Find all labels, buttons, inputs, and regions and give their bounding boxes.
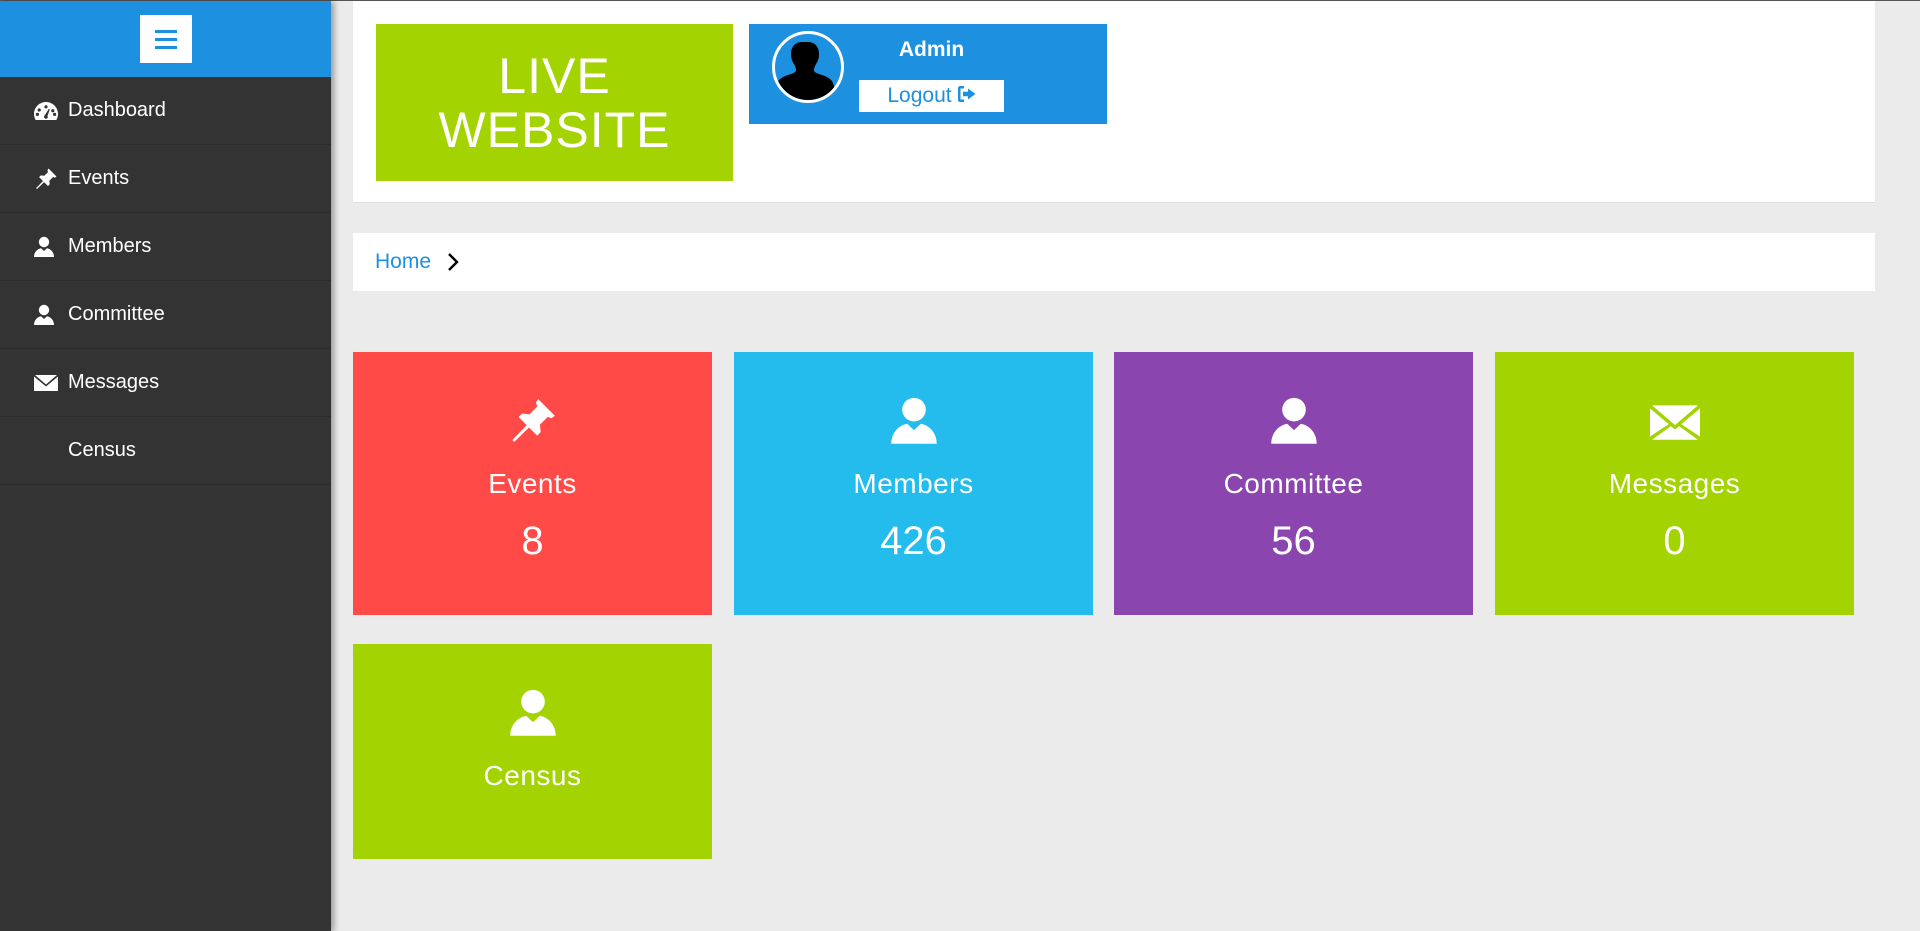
- tile-label: Census: [483, 760, 582, 791]
- members-tile[interactable]: Members 426: [734, 352, 1093, 615]
- messages-tile[interactable]: Messages 0: [1495, 352, 1854, 615]
- sidebar-header: [0, 1, 331, 77]
- sidebar-item-census[interactable]: Census: [0, 417, 331, 485]
- user-icon: [34, 304, 68, 326]
- user-icon: [353, 688, 712, 738]
- tile-label: Members: [853, 468, 974, 499]
- committee-tile[interactable]: Committee 56: [1114, 352, 1473, 615]
- sidebar-item-events[interactable]: Events: [0, 145, 331, 213]
- sidebar-item-label: Members: [68, 235, 152, 257]
- sidebar-item-label: Dashboard: [68, 99, 166, 121]
- hamburger-icon: [154, 29, 177, 33]
- tile-label: Messages: [1608, 468, 1741, 499]
- user-icon: [34, 236, 68, 258]
- avatar: [772, 31, 844, 103]
- tile-count: 8: [521, 519, 544, 563]
- sidebar-item-label: Messages: [68, 371, 160, 393]
- sidebar-item-label: Census: [68, 439, 136, 461]
- breadcrumb-home-link[interactable]: Home: [375, 250, 431, 274]
- tile-label: Events: [488, 468, 577, 499]
- chevron-right-icon: [447, 252, 459, 272]
- tile-count: 0: [1663, 519, 1686, 563]
- menu-toggle-button[interactable]: [139, 15, 192, 63]
- admin-panel: Admin Logout: [749, 24, 1107, 124]
- user-icon: [1114, 396, 1473, 446]
- envelope-icon: [1495, 396, 1854, 446]
- sidebar-item-label: Committee: [68, 303, 165, 325]
- sidebar-item-committee[interactable]: Committee: [0, 281, 331, 349]
- user-silhouette-icon: [775, 42, 835, 100]
- sign-out-icon: [957, 84, 976, 108]
- sidebar: Dashboard Events Members Committee Messa…: [0, 1, 331, 931]
- dashboard-icon: [34, 101, 68, 121]
- breadcrumb: Home: [353, 233, 1875, 291]
- logout-label: Logout: [887, 84, 952, 107]
- sidebar-item-dashboard[interactable]: Dashboard: [0, 77, 331, 145]
- tile-label: Committee: [1223, 468, 1364, 499]
- live-website-button[interactable]: LIVE WEBSITE: [376, 24, 733, 181]
- tile-count: 426: [880, 519, 947, 563]
- admin-name: Admin: [898, 38, 965, 61]
- sidebar-item-members[interactable]: Members: [0, 213, 331, 281]
- events-tile[interactable]: Events 8: [353, 352, 712, 615]
- sidebar-item-messages[interactable]: Messages: [0, 349, 331, 417]
- pin-icon: [34, 167, 68, 191]
- sidebar-item-label: Events: [68, 167, 130, 189]
- pin-icon: [353, 396, 712, 446]
- envelope-icon: [34, 374, 68, 392]
- tile-count: 56: [1271, 519, 1316, 563]
- logout-button[interactable]: Logout: [859, 80, 1004, 112]
- census-tile[interactable]: Census: [353, 644, 712, 859]
- user-icon: [734, 396, 1093, 446]
- header-card: LIVE WEBSITE Admin Logout: [353, 1, 1875, 203]
